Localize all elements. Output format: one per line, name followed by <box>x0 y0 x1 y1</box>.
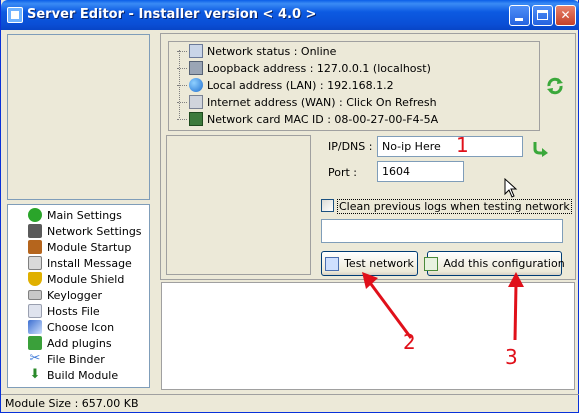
status-bar: Module Size : 657.00 KB <box>1 394 579 412</box>
tree-connector <box>177 118 187 120</box>
test-network-icon <box>325 256 340 271</box>
globe-icon <box>189 78 203 92</box>
mac-address-row: Network card MAC ID : 08-00-27-00-F4-5A <box>177 111 438 127</box>
sidebar-item-main-settings[interactable]: Main Settings <box>28 207 122 223</box>
app-icon <box>7 7 23 23</box>
sidebar-item-label: Install Message <box>47 256 132 270</box>
sidebar-menu: Main Settings Network Settings Module St… <box>7 204 150 388</box>
sidebar-item-label: Add plugins <box>47 336 112 350</box>
main-settings-icon <box>28 208 42 222</box>
module-size-text: Module Size : 657.00 KB <box>5 397 139 410</box>
annotation-1: 1 <box>456 133 469 157</box>
ip-dns-label: IP/DNS : <box>328 140 373 153</box>
network-status-row: Network status : Online <box>177 43 336 59</box>
close-button[interactable]: ✕ <box>555 5 576 26</box>
annotation-arrow-3 <box>508 272 524 341</box>
clean-logs-label[interactable]: Clean previous logs when testing network <box>337 199 572 214</box>
keyboard-icon <box>28 290 42 300</box>
test-network-label: Test network <box>344 257 414 270</box>
network-settings-icon <box>28 224 42 238</box>
apply-arrow-icon[interactable] <box>531 139 549 157</box>
module-startup-icon <box>28 240 42 254</box>
clean-logs-checkbox[interactable] <box>321 199 334 212</box>
loopback-text: Loopback address : 127.0.0.1 (localhost) <box>207 61 431 75</box>
sidebar-item-label: Network Settings <box>47 224 142 238</box>
sidebar-item-label: Build Module <box>47 368 119 382</box>
sidebar-item-label: Keylogger <box>47 288 102 302</box>
sidebar-item-label: Choose Icon <box>47 320 115 334</box>
maximize-icon <box>537 10 548 20</box>
sidebar-item-label: Main Settings <box>47 208 122 222</box>
network-status-field[interactable] <box>321 219 563 243</box>
connections-list[interactable] <box>166 135 311 275</box>
minimize-button[interactable] <box>509 5 530 26</box>
sidebar-item-module-startup[interactable]: Module Startup <box>28 239 131 255</box>
minimize-icon <box>515 18 523 21</box>
sidebar-item-module-shield[interactable]: Module Shield <box>28 271 124 287</box>
network-info-tree: Network status : Online Loopback address… <box>168 41 540 131</box>
port-input[interactable]: 1604 <box>377 161 464 182</box>
port-label: Port : <box>328 166 358 179</box>
sidebar-item-add-plugins[interactable]: Add plugins <box>28 335 112 351</box>
server-editor-window: Server Editor - Installer version < 4.0 … <box>0 0 579 413</box>
sidebar-item-label: Hosts File <box>47 304 100 318</box>
choose-icon-icon <box>28 320 42 334</box>
sidebar-item-label: Module Shield <box>47 272 125 286</box>
module-shield-icon <box>28 272 42 286</box>
network-card-icon <box>189 112 203 126</box>
window-title: Server Editor - Installer version < 4.0 … <box>27 7 317 22</box>
mac-address-text: Network card MAC ID : 08-00-27-00-F4-5A <box>207 112 439 126</box>
add-configuration-icon <box>424 256 439 271</box>
file-binder-icon: ✂ <box>29 351 41 366</box>
sidebar-item-keylogger[interactable]: Keylogger <box>28 287 102 303</box>
close-icon: ✕ <box>560 8 571 22</box>
plugin-icon <box>28 336 42 350</box>
title-bar[interactable]: Server Editor - Installer version < 4.0 … <box>1 0 579 30</box>
annotation-2: 2 <box>403 330 416 354</box>
sidebar-item-choose-icon[interactable]: Choose Icon <box>28 319 114 335</box>
sidebar-item-label: Module Startup <box>47 240 132 254</box>
network-status-text: Network status : Online <box>207 44 337 58</box>
wan-address-text: Internet address (WAN) : Click On Refres… <box>207 95 437 109</box>
tree-connector <box>177 84 187 86</box>
loopback-row: Loopback address : 127.0.0.1 (localhost) <box>177 60 431 76</box>
wan-icon <box>189 95 203 109</box>
tree-connector <box>177 67 187 69</box>
install-message-icon <box>28 256 42 270</box>
preview-panel <box>7 34 150 200</box>
wan-address-row: Internet address (WAN) : Click On Refres… <box>177 94 437 110</box>
refresh-icon[interactable] <box>546 77 564 95</box>
sidebar-item-hosts-file[interactable]: Hosts File <box>28 303 100 319</box>
network-status-icon <box>189 44 203 58</box>
local-address-text: Local address (LAN) : 192.168.1.2 <box>207 78 394 92</box>
maximize-button[interactable] <box>532 5 553 26</box>
tree-connector <box>177 50 187 52</box>
sidebar-item-build-module[interactable]: ⬇ Build Module <box>28 367 119 383</box>
annotation-3: 3 <box>505 345 518 369</box>
mouse-cursor-icon <box>504 178 518 198</box>
sidebar-item-install-message[interactable]: Install Message <box>28 255 132 271</box>
tree-connector <box>177 101 187 103</box>
sidebar-item-label: File Binder <box>47 352 105 366</box>
hosts-file-icon <box>28 304 42 318</box>
sidebar-item-file-binder[interactable]: ✂ File Binder <box>28 351 105 367</box>
build-module-icon: ⬇ <box>29 367 41 382</box>
sidebar-item-network-settings[interactable]: Network Settings <box>28 223 142 239</box>
local-address-row: Local address (LAN) : 192.168.1.2 <box>177 77 394 93</box>
ip-dns-input[interactable]: No-ip Here <box>377 136 523 157</box>
loopback-icon <box>189 61 203 75</box>
add-configuration-button[interactable]: Add this configuration <box>424 251 565 276</box>
add-configuration-label: Add this configuration <box>443 257 565 270</box>
